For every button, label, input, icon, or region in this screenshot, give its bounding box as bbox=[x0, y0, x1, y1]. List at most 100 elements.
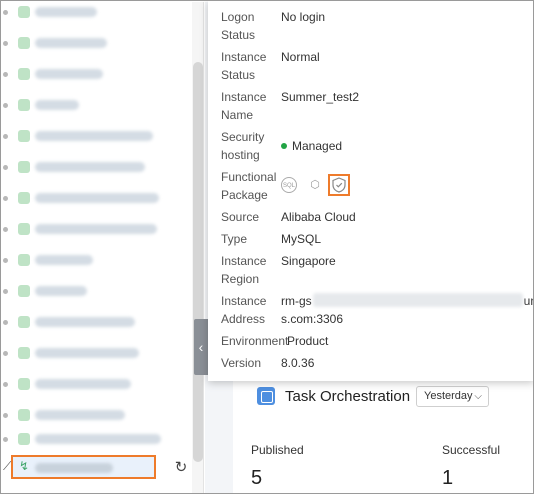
security-hosting-text: Managed bbox=[292, 139, 343, 153]
tree-item[interactable] bbox=[2, 219, 192, 239]
refresh-icon[interactable]: ↻ bbox=[173, 460, 189, 476]
functional-package-icons: SQL ⬡ bbox=[221, 174, 361, 196]
environment-label: Environment bbox=[221, 334, 289, 348]
managed-status-dot bbox=[281, 143, 287, 149]
type-label: Type bbox=[221, 232, 248, 246]
tree-node-dot bbox=[3, 41, 8, 46]
instance-name-value: Summer_test2 bbox=[281, 90, 360, 104]
database-icon bbox=[18, 37, 30, 49]
database-icon bbox=[18, 223, 30, 235]
source-value: Alibaba Cloud bbox=[281, 210, 356, 224]
redacted-instance-name bbox=[35, 463, 113, 473]
redacted-instance-name bbox=[35, 317, 135, 327]
address-value-line1: rm-gs un bbox=[281, 292, 533, 310]
tree-node-dot bbox=[3, 437, 8, 442]
security-hosting-label: Security hosting bbox=[221, 130, 265, 162]
tree-item[interactable] bbox=[2, 281, 192, 301]
tree-item[interactable] bbox=[2, 126, 192, 146]
instance-status-value: Normal bbox=[281, 50, 320, 64]
redacted-instance-name bbox=[35, 38, 107, 48]
database-icon bbox=[18, 316, 30, 328]
tree-node-dot bbox=[3, 165, 8, 170]
tree-node-dot bbox=[3, 258, 8, 263]
environment-value: Product bbox=[287, 334, 329, 348]
task-orchestration-icon bbox=[257, 387, 275, 405]
task-orchestration-card: Task Orchestration Yesterday ⌵ Published… bbox=[233, 379, 533, 493]
instance-name-label: Instance Name bbox=[221, 90, 267, 122]
security-hosting-value: Managed bbox=[281, 137, 531, 155]
published-label: Published bbox=[251, 443, 304, 457]
redacted-instance-name bbox=[35, 69, 103, 79]
redacted-instance-name bbox=[35, 224, 157, 234]
version-value: 8.0.36 bbox=[281, 356, 315, 370]
dpl-icon[interactable]: ⬡ bbox=[307, 177, 323, 193]
chevron-left-icon[interactable]: ‹ bbox=[194, 319, 208, 375]
tree-node-dot bbox=[3, 351, 8, 356]
period-select[interactable]: Yesterday ⌵ bbox=[416, 386, 489, 407]
redacted-instance-name bbox=[35, 7, 97, 17]
instance-leaf-icon: ↯ bbox=[19, 459, 30, 473]
tree-node-dot bbox=[3, 227, 8, 232]
sensitive-data-shield-icon[interactable] bbox=[328, 174, 350, 196]
successful-value: 1 bbox=[442, 467, 454, 489]
database-icon bbox=[18, 409, 30, 421]
address-prefix: rm-gs bbox=[281, 294, 312, 308]
redacted-address bbox=[312, 293, 523, 307]
tree-item[interactable] bbox=[2, 33, 192, 53]
address-value-line2: s.com:3306 bbox=[281, 312, 344, 326]
tree-item[interactable] bbox=[2, 250, 192, 270]
redacted-instance-name bbox=[35, 286, 87, 296]
redacted-instance-name bbox=[35, 410, 125, 420]
redacted-instance-name bbox=[35, 100, 79, 110]
tree-node-dot bbox=[3, 196, 8, 201]
tree-item[interactable] bbox=[2, 429, 192, 449]
redacted-instance-name bbox=[35, 131, 153, 141]
source-label: Source bbox=[221, 210, 260, 224]
sidebar-scrollbar-thumb[interactable] bbox=[193, 62, 203, 462]
instance-details-popover: Logon Status No login Instance Status No… bbox=[208, 1, 533, 381]
published-value: 5 bbox=[251, 467, 263, 489]
redacted-instance-name bbox=[35, 434, 161, 444]
task-orchestration-title: Task Orchestration bbox=[285, 388, 411, 405]
tree-item[interactable] bbox=[2, 312, 192, 332]
database-icon bbox=[18, 68, 30, 80]
selected-instance-row[interactable]: ↯ bbox=[11, 455, 156, 479]
chevron-down-icon: ⌵ bbox=[474, 391, 482, 402]
tree-node-dot bbox=[3, 382, 8, 387]
redacted-instance-name bbox=[35, 348, 139, 358]
tree-item[interactable] bbox=[2, 2, 192, 22]
instance-status-label: Instance Status bbox=[221, 50, 267, 82]
tree-node-dot bbox=[3, 413, 8, 418]
database-icon bbox=[18, 130, 30, 142]
app-window: ⟋ ↯ ↻ Task Orchestration Yesterday ⌵ Pub… bbox=[0, 0, 534, 494]
database-icon bbox=[18, 433, 30, 445]
region-value: Singapore bbox=[281, 254, 336, 268]
tree-item[interactable] bbox=[2, 157, 192, 177]
successful-label: Successful bbox=[442, 443, 501, 457]
address-suffix: un bbox=[523, 294, 533, 308]
redacted-instance-name bbox=[35, 255, 93, 265]
tree-item[interactable] bbox=[2, 374, 192, 394]
tree-item[interactable] bbox=[2, 343, 192, 363]
tree-node-dot bbox=[3, 320, 8, 325]
instance-tree-sidebar: ⟋ ↯ ↻ bbox=[2, 2, 204, 493]
tree-node-dot bbox=[3, 10, 8, 15]
tree-item[interactable] bbox=[2, 405, 192, 425]
tree-item[interactable] bbox=[2, 95, 192, 115]
redacted-instance-name bbox=[35, 162, 145, 172]
sql-icon[interactable]: SQL bbox=[281, 177, 297, 193]
tree-node-dot bbox=[3, 134, 8, 139]
region-label: Instance Region bbox=[221, 254, 267, 286]
tree-item[interactable] bbox=[2, 64, 192, 84]
tree-item[interactable] bbox=[2, 188, 192, 208]
period-select-value: Yesterday bbox=[424, 390, 473, 402]
tree-node-dot bbox=[3, 103, 8, 108]
database-icon bbox=[18, 285, 30, 297]
database-icon bbox=[18, 192, 30, 204]
database-icon bbox=[18, 99, 30, 111]
database-icon bbox=[18, 161, 30, 173]
database-icon bbox=[18, 254, 30, 266]
database-icon bbox=[18, 347, 30, 359]
tree-node-dot bbox=[3, 72, 8, 77]
version-label: Version bbox=[221, 356, 262, 370]
